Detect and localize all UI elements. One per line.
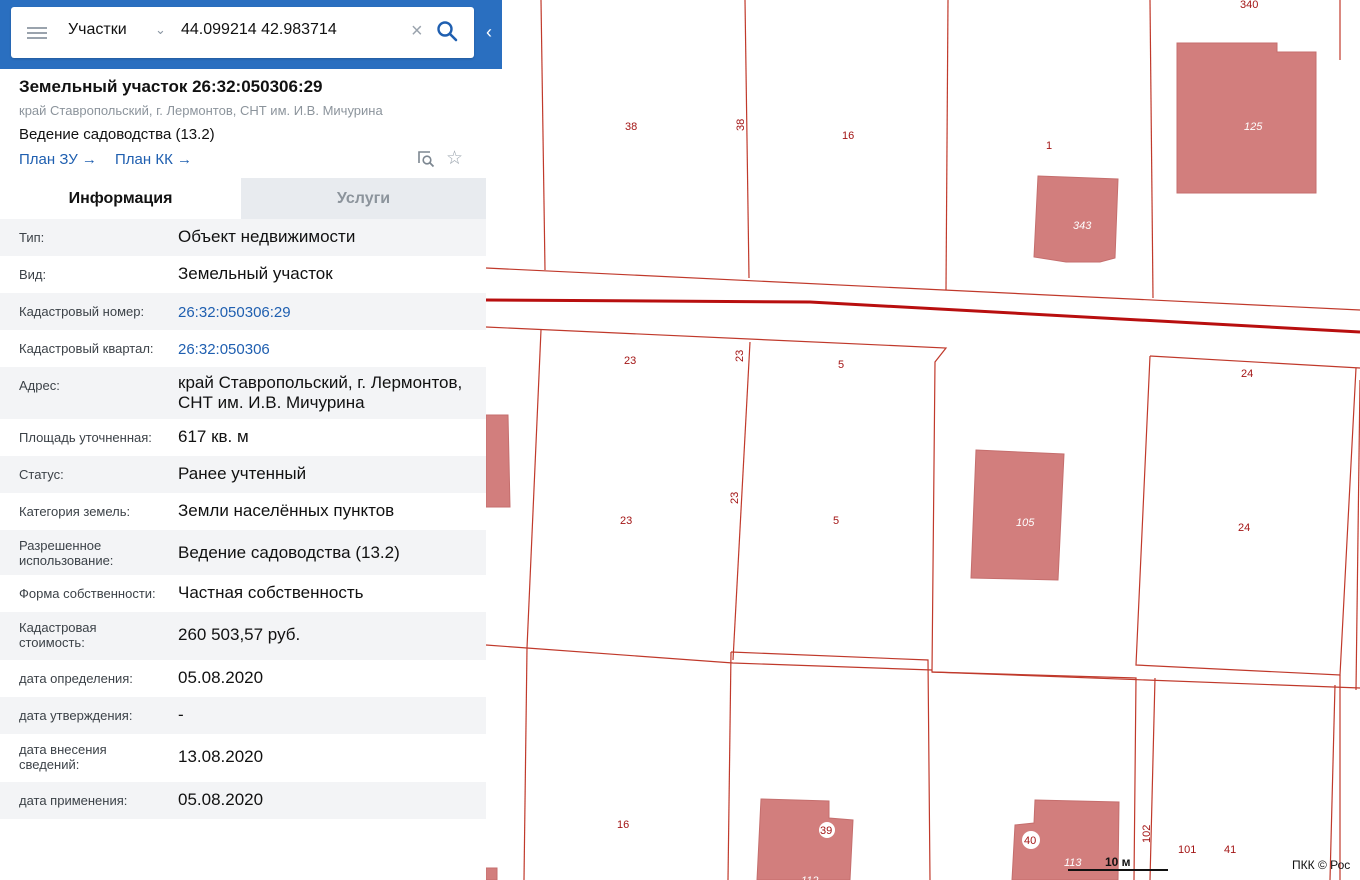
info-row: Кадастровый квартал: 26:32:050306 bbox=[0, 330, 486, 367]
info-row-label: Площадь уточненная: bbox=[19, 430, 152, 445]
building-label: 40 bbox=[1024, 835, 1036, 847]
info-row-value: 617 кв. м bbox=[178, 427, 249, 446]
building-label: 343 bbox=[1073, 220, 1092, 232]
info-row-value: 05.08.2020 bbox=[178, 668, 264, 687]
info-row-value: 05.08.2020 bbox=[178, 790, 264, 809]
info-row-label: Разрешенное использование: bbox=[19, 538, 114, 568]
info-row-label: дата утверждения: bbox=[19, 708, 133, 723]
info-panel: Земельный участок 26:32:050306:29 край С… bbox=[0, 69, 486, 880]
info-row: Площадь уточненная: 617 кв. м bbox=[0, 419, 486, 456]
chevron-down-icon[interactable]: ⌄ bbox=[155, 22, 166, 38]
info-row: Адрес: край Ставропольский, г. Лермонтов,… bbox=[0, 367, 486, 419]
info-row-label: Тип: bbox=[19, 230, 45, 245]
info-row-label: Категория земель: bbox=[19, 504, 131, 519]
parcel-label: 101 bbox=[1178, 844, 1196, 856]
info-row-label: Кадастровый квартал: bbox=[19, 341, 154, 356]
cadastral-link[interactable]: 26:32:050306:29 bbox=[178, 303, 478, 323]
zoom-to-icon[interactable] bbox=[417, 150, 435, 168]
info-row: дата определения: 05.08.2020 bbox=[0, 660, 486, 697]
parcel-label: 23 bbox=[729, 492, 741, 504]
info-row: Вид: Земельный участок bbox=[0, 256, 486, 293]
parcel-label: 41 bbox=[1224, 844, 1236, 856]
parcel-label: 24 bbox=[1238, 522, 1250, 534]
info-row-value: 13.08.2020 bbox=[178, 747, 264, 766]
building-label: 113 bbox=[1064, 857, 1082, 869]
page-title: Земельный участок 26:32:050306:29 bbox=[19, 77, 323, 96]
info-row-value: Ранее учтенный bbox=[178, 464, 307, 483]
info-row: дата внесения сведений: 13.08.2020 bbox=[0, 734, 486, 782]
parcel-address: край Ставропольский, г. Лермонтов, СНТ и… bbox=[19, 103, 383, 118]
parcel-label: 38 bbox=[625, 121, 637, 133]
star-icon[interactable]: ☆ bbox=[446, 149, 463, 169]
info-row-label: Форма собственности: bbox=[19, 586, 156, 601]
building-label: 105 bbox=[1016, 517, 1035, 529]
info-row: Тип: Объект недвижимости bbox=[0, 219, 486, 256]
parcel-labels: 340 38 38 16 1 23 23 5 24 23 23 5 24 16 … bbox=[617, 0, 1258, 856]
info-row-value: край Ставропольский, г. Лермонтов, СНТ и… bbox=[178, 373, 463, 412]
search-input[interactable] bbox=[181, 21, 406, 39]
parcel-label: 23 bbox=[734, 350, 746, 362]
info-row-label: Статус: bbox=[19, 467, 64, 482]
parcel-usage: Ведение садоводства (13.2) bbox=[19, 126, 215, 143]
plan-kk-link[interactable]: План КК → bbox=[115, 151, 192, 168]
building-label: 39 bbox=[820, 825, 832, 837]
info-row-value: Объект недвижимости bbox=[178, 227, 356, 246]
info-row: Разрешенное использование: Ведение садово… bbox=[0, 530, 486, 575]
scale-bar bbox=[1068, 869, 1168, 871]
parcel-label: 16 bbox=[617, 819, 629, 831]
building-label: 112 bbox=[801, 875, 819, 880]
menu-icon[interactable] bbox=[27, 24, 47, 40]
info-row-value: Ведение садоводства (13.2) bbox=[178, 543, 400, 562]
info-row-label: Кадастровый номер: bbox=[19, 304, 145, 319]
close-icon[interactable]: × bbox=[411, 20, 423, 42]
info-row: Кадастровая стоимость: 260 503,57 руб. bbox=[0, 612, 486, 660]
plan-zu-link[interactable]: План ЗУ → bbox=[19, 151, 97, 168]
parcel-label: 1 bbox=[1046, 140, 1052, 152]
info-row-label: Вид: bbox=[19, 267, 47, 282]
info-row-label: дата применения: bbox=[19, 793, 128, 808]
info-row-value: Земельный участок bbox=[178, 264, 333, 283]
info-row-value: 260 503,57 руб. bbox=[178, 625, 301, 644]
layer-select[interactable]: Участки bbox=[68, 21, 127, 43]
collapse-panel-icon[interactable]: ‹ bbox=[486, 22, 492, 43]
attribution: ПКК © Рос bbox=[1292, 858, 1351, 872]
parcel-label: 23 bbox=[624, 355, 636, 367]
info-row: дата утверждения: - bbox=[0, 697, 486, 734]
info-row-label: дата внесения сведений: bbox=[19, 742, 107, 772]
info-row-label: Адрес: bbox=[19, 378, 60, 393]
tab-info[interactable]: Информация bbox=[0, 178, 241, 219]
cadastral-link[interactable]: 26:32:050306 bbox=[178, 340, 478, 360]
parcel-label: 24 bbox=[1241, 368, 1253, 380]
tabs: Информация Услуги bbox=[0, 178, 486, 219]
parcel-label: 38 bbox=[735, 119, 747, 131]
arrow-right-icon: → bbox=[81, 151, 97, 168]
parcel-label: 102 bbox=[1141, 825, 1153, 843]
parcel-label: 23 bbox=[620, 515, 632, 527]
info-row: Кадастровый номер: 26:32:050306:29 bbox=[0, 293, 486, 330]
info-row: дата применения: 05.08.2020 bbox=[0, 782, 486, 819]
info-row: Категория земель: Земли населённых пункто… bbox=[0, 493, 486, 530]
parcel-label: 340 bbox=[1240, 0, 1258, 11]
info-row: Статус: Ранее учтенный bbox=[0, 456, 486, 493]
scale-label: 10 м bbox=[1105, 855, 1131, 869]
info-row-value: Частная собственность bbox=[178, 583, 364, 602]
info-row: Форма собственности: Частная собственност… bbox=[0, 575, 486, 612]
parcel-label: 5 bbox=[838, 359, 844, 371]
search-icon[interactable] bbox=[435, 19, 459, 43]
building-label: 125 bbox=[1244, 121, 1263, 133]
info-row-value: Земли населённых пунктов bbox=[178, 501, 395, 520]
info-row-label: Кадастровая стоимость: bbox=[19, 620, 97, 650]
parcel-label: 5 bbox=[833, 515, 839, 527]
buildings bbox=[485, 42, 1317, 880]
info-row-label: дата определения: bbox=[19, 671, 133, 686]
search-box: Участки ⌄ × bbox=[11, 7, 474, 58]
tab-services[interactable]: Услуги bbox=[241, 178, 486, 219]
road-boundary bbox=[485, 298, 1360, 334]
parcel-label: 16 bbox=[842, 130, 854, 142]
arrow-right-icon: → bbox=[176, 151, 192, 168]
search-header: Участки ⌄ × ‹ bbox=[0, 0, 502, 69]
info-row-value: - bbox=[178, 705, 184, 724]
